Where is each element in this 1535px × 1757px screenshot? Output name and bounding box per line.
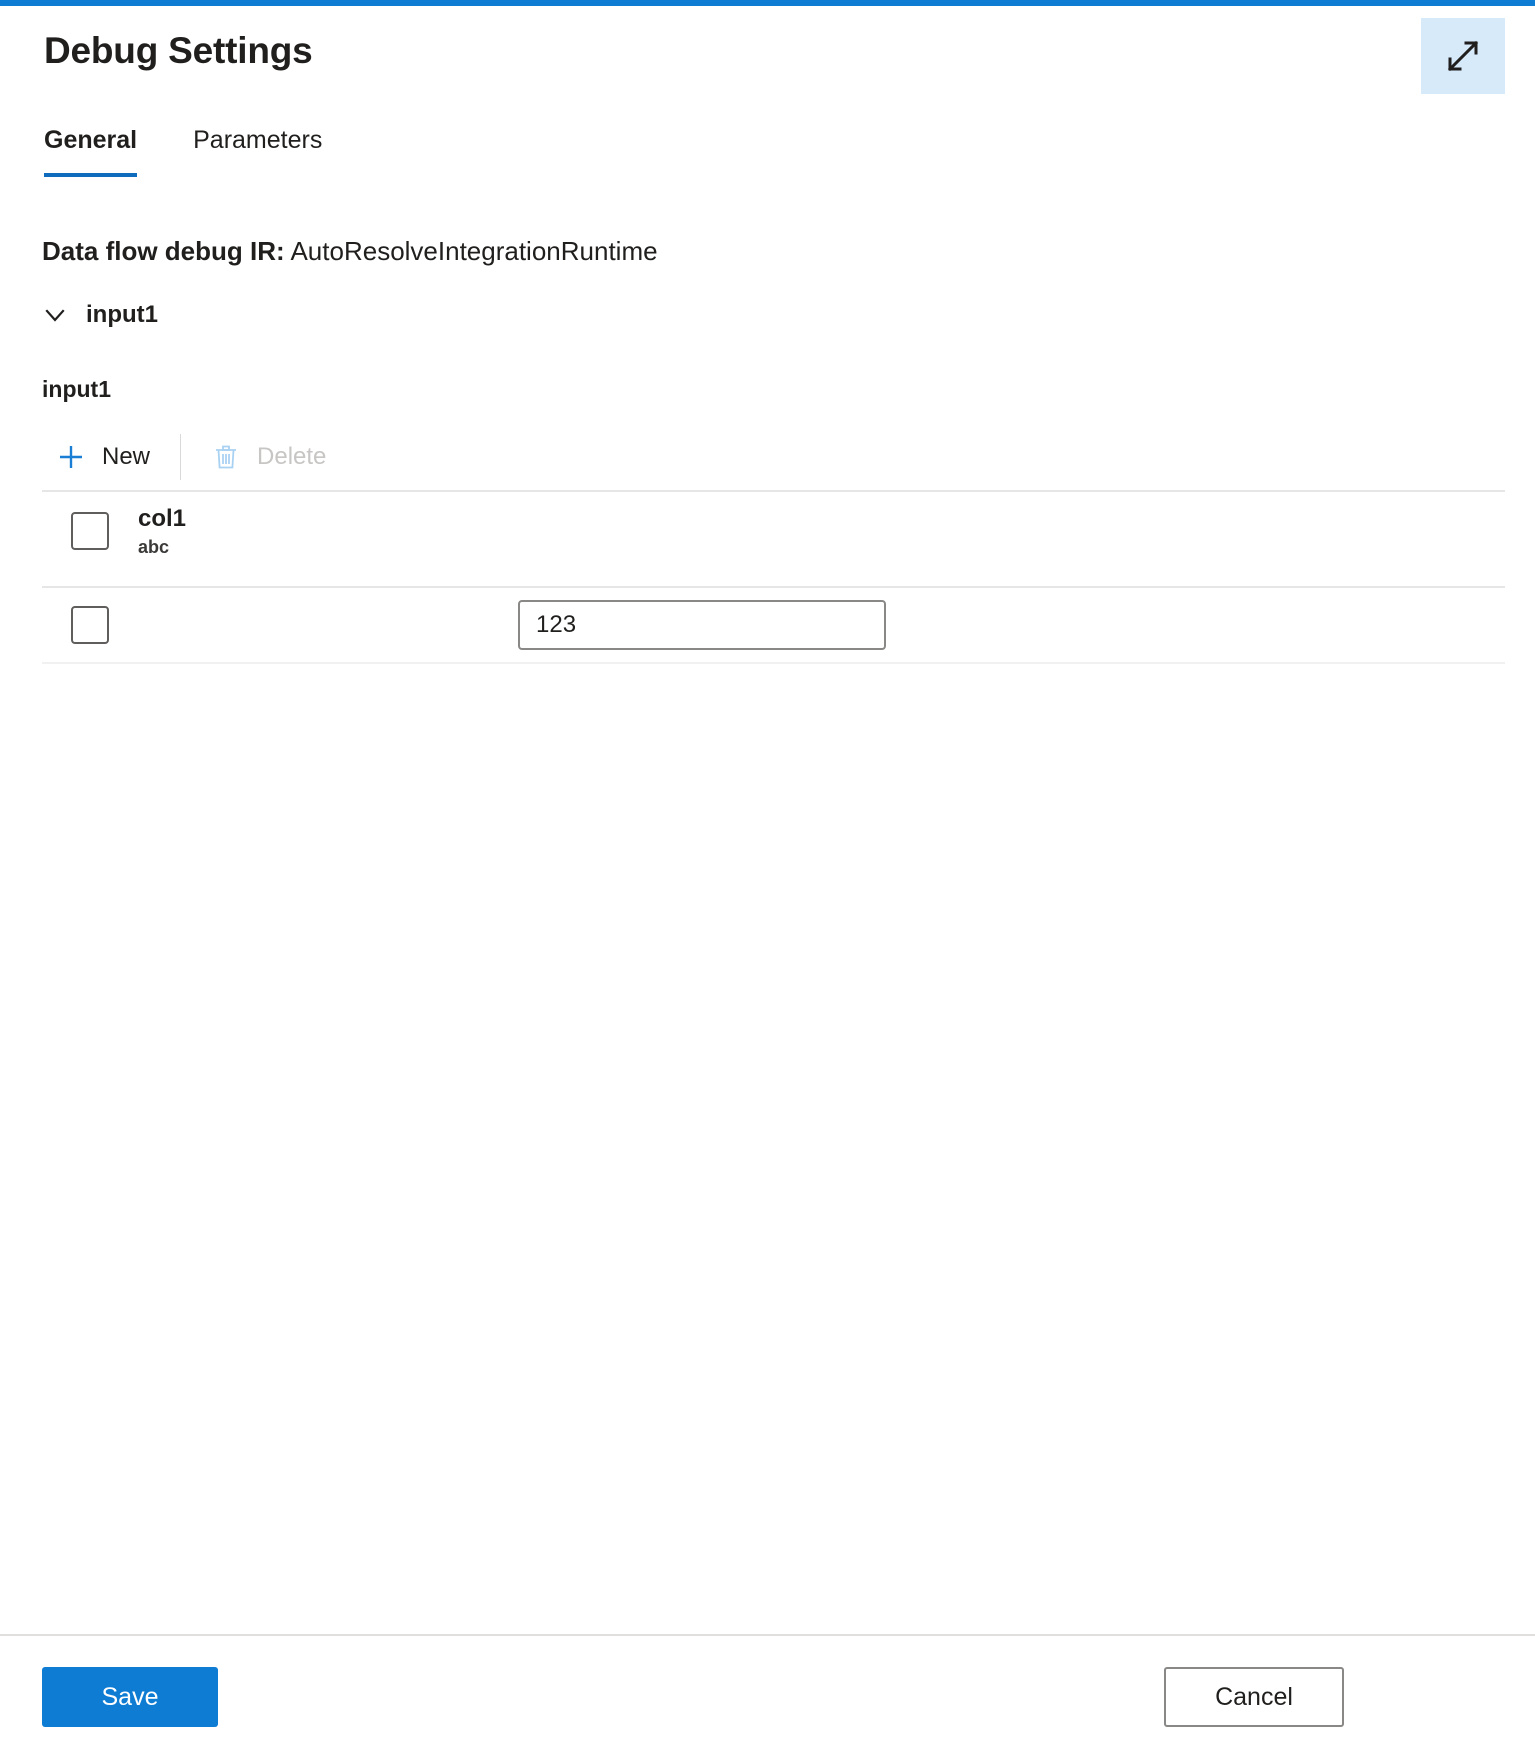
data-flow-debug-ir: Data flow debug IR: AutoResolveIntegrati…: [42, 236, 658, 267]
panel-header: Debug Settings: [44, 30, 313, 72]
table-header-row: col1 abc: [42, 490, 1505, 586]
footer-divider: [0, 1634, 1535, 1636]
delete-row-button[interactable]: Delete: [197, 432, 340, 482]
command-bar-separator: [180, 434, 182, 480]
save-button[interactable]: Save: [42, 1667, 218, 1727]
data-flow-debug-ir-label: Data flow debug IR:: [42, 236, 285, 266]
column-type: abc: [138, 537, 170, 558]
data-flow-debug-ir-value: AutoResolveIntegrationRuntime: [290, 236, 658, 266]
new-row-button-label: New: [102, 443, 151, 470]
tab-general[interactable]: General: [44, 126, 138, 177]
expand-panel-button[interactable]: [1421, 18, 1505, 94]
tab-parameters[interactable]: Parameters: [193, 126, 322, 177]
debug-data-table: col1 abc: [42, 490, 1505, 664]
plus-icon: [56, 442, 86, 472]
row-select-checkbox[interactable]: [71, 606, 109, 644]
delete-row-button-label: Delete: [257, 443, 327, 470]
column-header-col1: col1 abc: [138, 505, 518, 558]
row-value-cell: [518, 600, 1505, 650]
tab-list: General Parameters: [44, 126, 378, 177]
select-all-checkbox[interactable]: [71, 512, 109, 550]
row-value-input[interactable]: [518, 600, 886, 650]
table-row: [42, 586, 1505, 664]
row-checkbox-cell: [42, 606, 138, 644]
trash-icon: [211, 442, 241, 472]
header-checkbox-cell: [42, 506, 138, 550]
stream-name: input1: [42, 376, 111, 402]
table-command-bar: New Delete: [42, 424, 1504, 490]
chevron-down-icon: [42, 302, 68, 328]
new-row-button[interactable]: New: [42, 432, 164, 482]
column-name: col1: [138, 505, 187, 532]
expand-diagonal-arrows-icon: [1441, 34, 1485, 78]
section-toggle-input1[interactable]: input1: [42, 301, 158, 329]
cancel-button[interactable]: Cancel: [1164, 1667, 1344, 1727]
section-toggle-label: input1: [86, 301, 158, 328]
page-title: Debug Settings: [44, 30, 313, 71]
debug-settings-panel: Debug Settings General Parameters Data f…: [0, 6, 1535, 1757]
